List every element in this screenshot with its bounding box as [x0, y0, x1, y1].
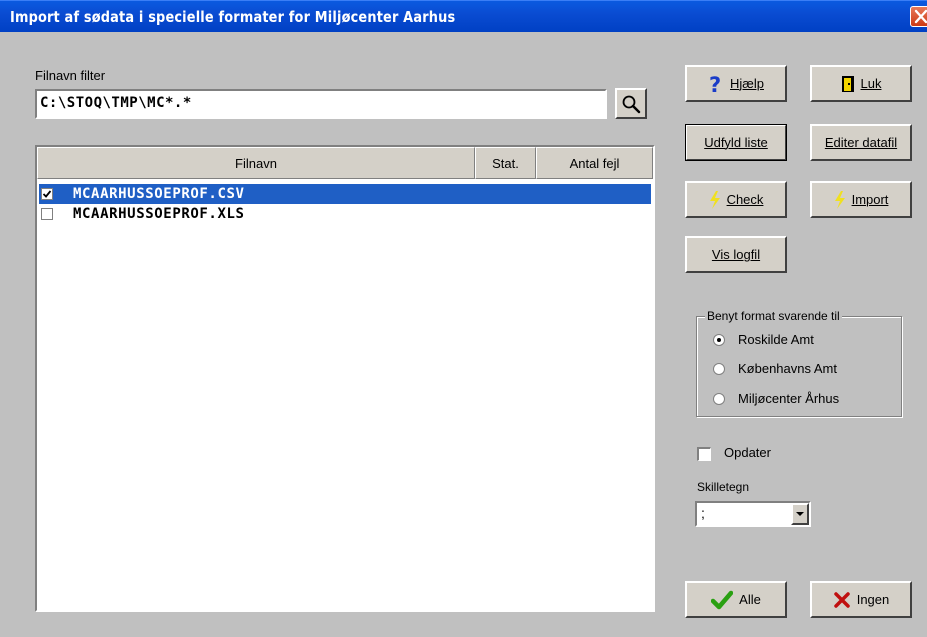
update-checkbox[interactable] — [697, 447, 711, 461]
x-icon — [833, 591, 850, 608]
help-icon: ? — [709, 74, 721, 94]
check-button-label: Check — [726, 192, 764, 207]
column-header-filename[interactable]: Filnavn — [37, 147, 475, 179]
show-log-button-label: Vis logfil — [711, 247, 761, 262]
list-item[interactable]: MCAARHUSSOEPROF.CSV — [39, 184, 651, 204]
title-bar: Import af sødata i specielle formater fo… — [0, 0, 927, 32]
column-header-status[interactable]: Stat. — [475, 147, 536, 179]
list-item[interactable]: MCAARHUSSOEPROF.XLS — [39, 204, 651, 224]
edit-datafile-button[interactable]: Editer datafil — [810, 124, 912, 161]
search-icon — [622, 95, 641, 113]
import-button-label: Import — [851, 192, 889, 207]
radio-label: Miljøcenter Århus — [738, 391, 840, 406]
column-header-error-count[interactable]: Antal fejl — [536, 147, 653, 179]
radio-miljoecenter-aarhus[interactable]: Miljøcenter Århus — [713, 391, 839, 406]
file-name: MCAARHUSSOEPROF.CSV — [73, 186, 245, 202]
svg-text:?: ? — [709, 74, 721, 94]
format-group: Benyt format svarende til Roskilde Amt K… — [696, 309, 902, 417]
select-all-button[interactable]: Alle — [685, 581, 787, 618]
separator-label: Skilletegn — [697, 480, 750, 494]
help-button[interactable]: ? Hjælp — [685, 65, 787, 102]
file-list[interactable]: Filnavn Stat. Antal fejl MCAARHUSSOEPROF… — [35, 145, 655, 612]
row-checkbox[interactable] — [41, 208, 53, 220]
door-exit-icon — [841, 75, 854, 92]
file-list-header: Filnavn Stat. Antal fejl — [37, 147, 653, 179]
window-title: Import af sødata i specielle formater fo… — [10, 8, 456, 26]
separator-value: ; — [701, 505, 705, 521]
check-button[interactable]: Check — [685, 181, 787, 218]
radio-roskilde-amt[interactable]: Roskilde Amt — [713, 332, 814, 347]
row-checkbox[interactable] — [41, 188, 53, 200]
help-button-label: Hjælp — [730, 76, 764, 91]
file-name: MCAARHUSSOEPROF.XLS — [73, 206, 245, 222]
dropdown-arrow-icon — [796, 512, 804, 516]
radio-button[interactable] — [713, 362, 725, 375]
close-button-label: Luk — [860, 76, 882, 91]
select-all-button-label: Alle — [739, 592, 761, 607]
checkmark-icon — [711, 590, 734, 609]
separator-combobox[interactable]: ; — [695, 501, 811, 527]
radio-button[interactable] — [713, 392, 725, 405]
close-window-button[interactable] — [910, 6, 927, 27]
format-group-legend: Benyt format svarende til — [705, 309, 842, 323]
show-log-button[interactable]: Vis logfil — [685, 236, 787, 273]
radio-label: Roskilde Amt — [738, 332, 814, 347]
edit-datafile-button-label: Editer datafil — [824, 135, 898, 150]
checkmark-icon — [42, 190, 52, 198]
radio-label: Københavns Amt — [738, 361, 837, 376]
lightning-icon — [709, 190, 720, 209]
fill-list-button-label: Udfyld liste — [704, 135, 768, 150]
close-button[interactable]: Luk — [810, 65, 912, 102]
update-label: Opdater — [724, 445, 771, 460]
radio-button[interactable] — [713, 333, 725, 346]
select-none-button[interactable]: Ingen — [810, 581, 912, 618]
lightning-icon — [834, 190, 845, 209]
import-button[interactable]: Import — [810, 181, 912, 218]
dropdown-button[interactable] — [791, 503, 809, 525]
search-button[interactable] — [615, 88, 647, 119]
fill-list-button[interactable]: Udfyld liste — [685, 124, 787, 161]
close-icon — [914, 9, 927, 24]
filter-input[interactable]: C:\STOQ\TMP\MC*.* — [35, 89, 607, 119]
select-none-button-label: Ingen — [856, 592, 890, 607]
radio-koebenhavns-amt[interactable]: Københavns Amt — [713, 361, 837, 376]
filter-label: Filnavn filter — [35, 68, 106, 83]
